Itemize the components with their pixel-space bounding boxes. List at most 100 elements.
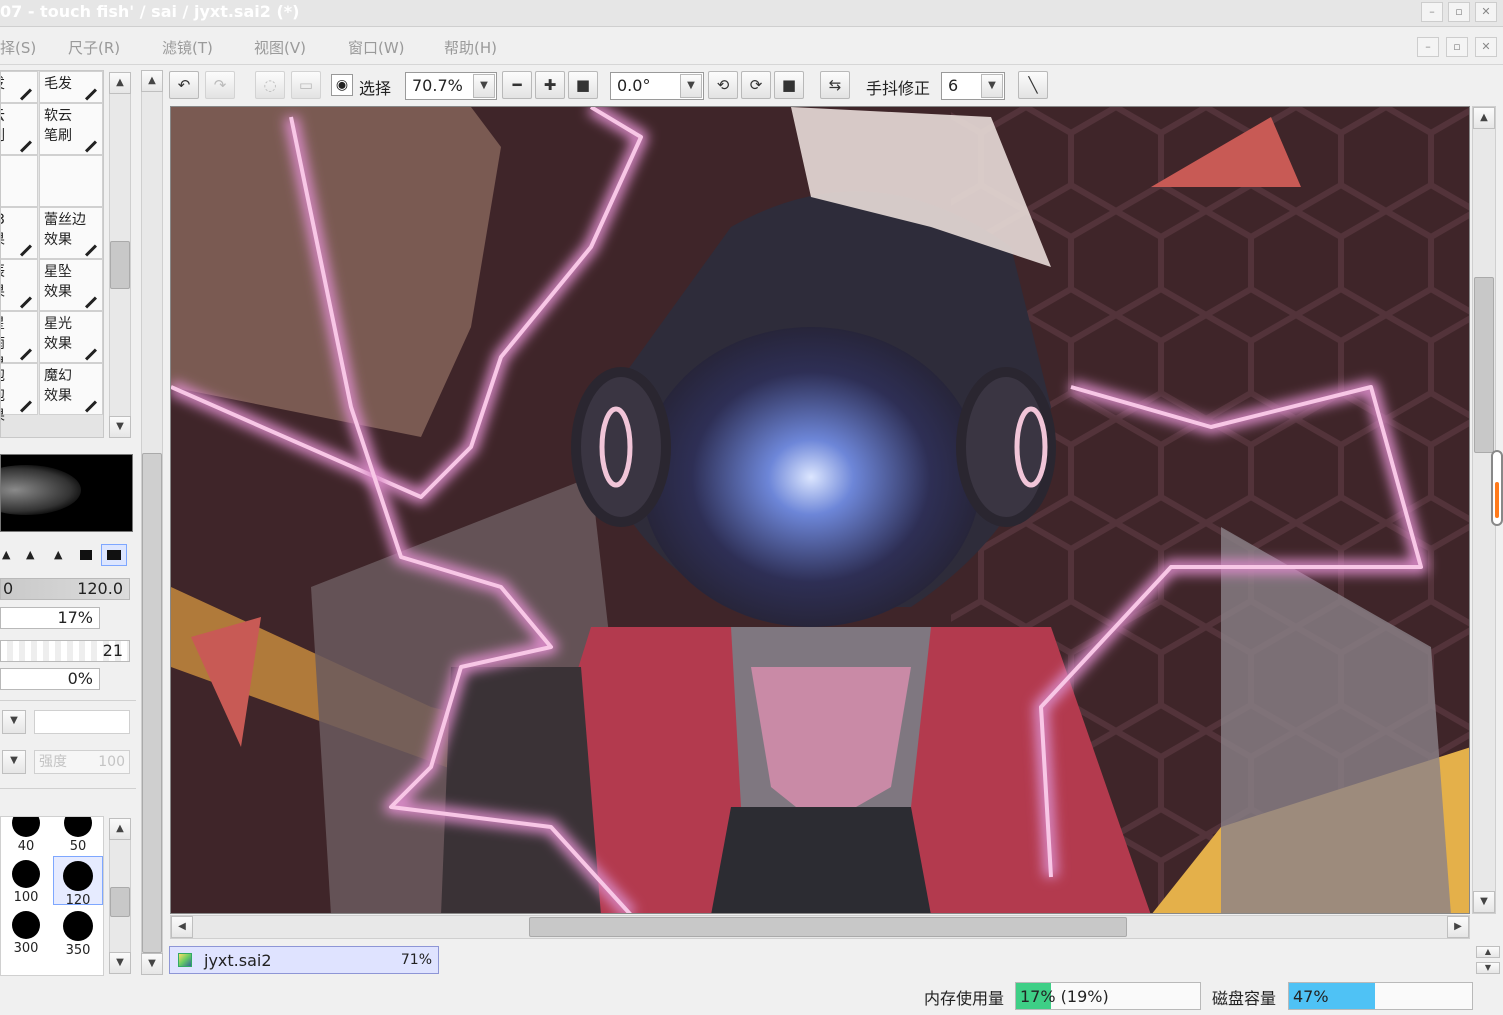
brush-dot-icon <box>12 860 40 888</box>
brush-slot[interactable]: 3果 <box>1 207 38 259</box>
canvas-hscroll-thumb[interactable] <box>529 917 1127 937</box>
brush-slot[interactable]: 辰果 <box>1 259 38 311</box>
panel-scroll-down[interactable]: ▼ <box>141 953 163 975</box>
brush-slot[interactable]: 泡泡果 <box>1 363 38 424</box>
menu-view[interactable]: 视图(V) <box>254 37 306 58</box>
brush-slot[interactable]: 云刷 <box>1 103 38 155</box>
size-scroll-thumb[interactable] <box>110 887 130 917</box>
canvas-scroll-up[interactable]: ▲ <box>1473 107 1495 129</box>
brush-slot[interactable]: 蕾丝边 效果 <box>39 207 103 259</box>
panel-scroll-thumb[interactable] <box>142 453 162 953</box>
zoom-combo[interactable]: 70.7% ▼ <box>405 72 497 100</box>
strength-field[interactable]: 强度 100 <box>34 750 130 774</box>
doc-restore-button[interactable]: ▫ <box>1446 37 1468 57</box>
brush-slot[interactable]: 魔幻 效果 <box>39 363 103 415</box>
scroll-thumb[interactable] <box>110 241 130 289</box>
shape-tip-1-icon[interactable]: ▲ <box>2 548 10 561</box>
drawing-canvas[interactable] <box>170 106 1470 914</box>
panel-scroll-up[interactable]: ▲ <box>141 70 163 92</box>
scroll-up-button[interactable]: ▲ <box>109 72 131 94</box>
brush-slot[interactable] <box>1 155 38 207</box>
texture-field[interactable] <box>34 710 130 734</box>
menu-ruler[interactable]: 尺子(R) <box>68 37 120 58</box>
blur-field[interactable]: 0% <box>0 668 100 690</box>
invert-selection-button[interactable]: ▭ <box>291 71 321 99</box>
brush-slot[interactable]: 毛发 <box>39 71 103 103</box>
right-headphone <box>956 367 1056 527</box>
brush-size-option[interactable]: 50 <box>53 817 103 854</box>
brush-size-label: 120 <box>65 893 91 908</box>
brush-slot[interactable] <box>39 155 103 207</box>
redo-button[interactable]: ↷ <box>205 71 235 99</box>
eye-icon[interactable]: ◉ <box>331 74 353 96</box>
minimize-button[interactable]: – <box>1421 2 1443 22</box>
menu-select[interactable]: 择(S) <box>0 37 36 58</box>
brush-preview <box>0 454 133 532</box>
scroll-down-button[interactable]: ▼ <box>109 416 131 438</box>
brush-slot[interactable]: 星坠 效果 <box>39 259 103 311</box>
brush-size-slider[interactable]: 0 120.0 <box>0 578 130 600</box>
straight-line-button[interactable]: ╲ <box>1018 71 1048 99</box>
brush-size-label: 100 <box>13 890 39 905</box>
brush-slot[interactable]: 发 <box>1 71 38 103</box>
texture-dropdown-button[interactable]: ▼ <box>2 710 26 734</box>
flip-button[interactable]: ⇆ <box>820 71 850 99</box>
shape-tip-4-icon[interactable] <box>80 550 92 560</box>
brush-size-option[interactable]: 40 <box>1 817 51 854</box>
rotate-reset-button[interactable]: ■ <box>774 71 804 99</box>
menu-bar: 择(S) 尺子(R) 滤镜(T) 视图(V) 窗口(W) 帮助(H) – ▫ ✕ <box>0 27 1503 65</box>
canvas-hscroll[interactable]: ◀ ▶ <box>170 915 1470 939</box>
brush-slot[interactable]: 星光 效果 <box>39 311 103 363</box>
brush-size-option[interactable]: 300 <box>1 907 51 956</box>
menu-help[interactable]: 帮助(H) <box>444 37 497 58</box>
zoom-in-button[interactable]: ✚ <box>535 71 565 99</box>
brush-label: 星坠 <box>44 264 72 280</box>
brush-scrollbar[interactable]: ▲ ▼ <box>109 72 131 438</box>
close-button[interactable]: ✕ <box>1475 2 1497 22</box>
blend-dropdown-button[interactable]: ▼ <box>2 750 26 774</box>
shape-tip-2-icon[interactable]: ▲ <box>26 548 34 561</box>
disk-value: 47% <box>1293 987 1329 1006</box>
canvas-scroll-down[interactable]: ▼ <box>1473 891 1495 913</box>
document-tab[interactable]: jyxt.sai2 71% <box>169 946 439 974</box>
zoom-dropdown-icon[interactable]: ▼ <box>473 74 495 98</box>
zoom-reset-button[interactable]: ■ <box>568 71 598 99</box>
rotation-combo[interactable]: 0.0° ▼ <box>610 72 704 100</box>
canvas-scroll-left[interactable]: ◀ <box>171 916 193 938</box>
maximize-button[interactable]: ▫ <box>1448 2 1470 22</box>
tab-scroll-down[interactable]: ▼ <box>1476 962 1500 974</box>
menu-filter[interactable]: 滤镜(T) <box>162 37 213 58</box>
panel-scrollbar[interactable]: ▲ ▼ <box>141 70 163 975</box>
brush-size-option[interactable]: 100 <box>1 856 51 905</box>
undo-button[interactable]: ↶ <box>169 71 199 99</box>
canvas-vscroll-thumb[interactable] <box>1474 277 1494 453</box>
rotate-right-button[interactable]: ⟳ <box>741 71 771 99</box>
brush-slot[interactable]: 星雨果 <box>1 311 38 372</box>
doc-minimize-button[interactable]: – <box>1417 37 1439 57</box>
divider-2 <box>0 788 136 789</box>
canvas-scroll-right[interactable]: ▶ <box>1447 916 1469 938</box>
stabilizer-dropdown-icon[interactable]: ▼ <box>981 74 1003 98</box>
rotate-left-button[interactable]: ⟲ <box>708 71 738 99</box>
deselect-button[interactable]: ◌ <box>255 71 285 99</box>
brush-size-option[interactable]: 120 <box>53 856 103 908</box>
rotate-right-icon: ⟳ <box>749 76 763 94</box>
size-scroll-down[interactable]: ▼ <box>109 952 131 974</box>
shape-tip-3-icon[interactable]: ▲ <box>54 548 62 561</box>
menu-window[interactable]: 窗口(W) <box>348 37 405 58</box>
select-label: 选择 <box>359 79 392 98</box>
brush-slot[interactable]: 软云 笔刷 <box>39 103 103 155</box>
brush-size-option[interactable]: 350 <box>53 907 103 958</box>
tab-scroll-up[interactable]: ▲ <box>1476 946 1500 958</box>
size-scrollbar[interactable]: ▲ ▼ <box>109 818 131 974</box>
stabilizer-combo[interactable]: 6 ▼ <box>941 72 1005 100</box>
side-slider[interactable] <box>1491 450 1503 526</box>
doc-close-button[interactable]: ✕ <box>1475 37 1497 57</box>
min-size-field[interactable]: 17% <box>0 607 100 629</box>
zoom-out-button[interactable]: ━ <box>502 71 532 99</box>
deselect-icon: ◌ <box>263 76 277 94</box>
size-scroll-up[interactable]: ▲ <box>109 818 131 840</box>
rotation-dropdown-icon[interactable]: ▼ <box>680 74 702 98</box>
shape-tip-selected[interactable] <box>101 544 127 566</box>
density-slider[interactable]: 21 <box>0 640 130 662</box>
